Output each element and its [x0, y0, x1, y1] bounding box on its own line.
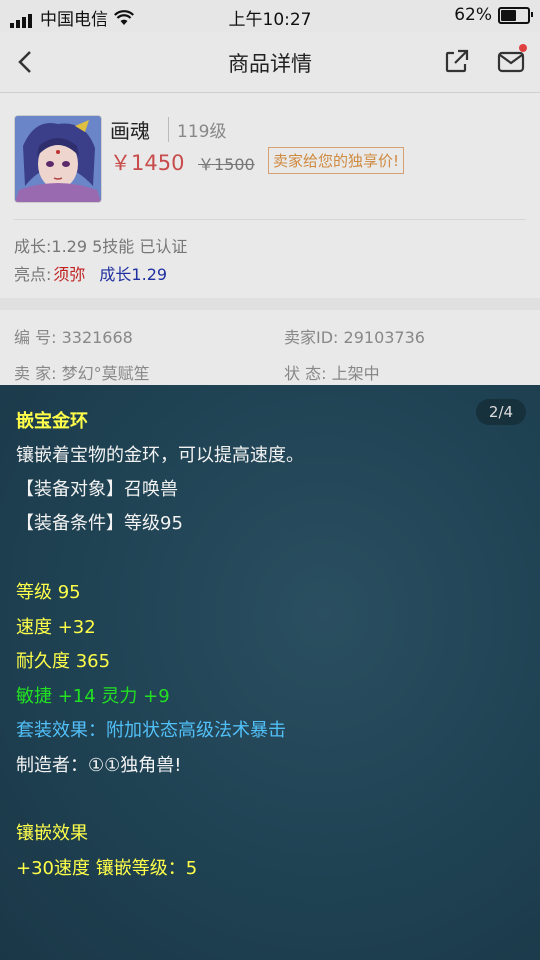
- highlights-row: 亮点: 须弥 成长1.29: [14, 261, 167, 285]
- status-right: 62%: [454, 5, 533, 25]
- notification-dot: [519, 44, 527, 52]
- equipment-description: 镶嵌着宝物的金环，可以提高速度。: [16, 445, 304, 466]
- equipment-maker: 制造者：①①独角兽!: [16, 755, 182, 776]
- equipment-bonus: 敏捷 +14 灵力 +9: [16, 686, 170, 707]
- item-id-label: 编 号:: [14, 328, 57, 347]
- seller-id-label: 卖家ID:: [284, 328, 339, 347]
- nav-bar: 商品详情: [0, 32, 540, 93]
- equipment-requirement: 【装备条件】等级95: [16, 513, 183, 534]
- equipment-set-effect: 套装效果：附加状态高级法术暴击: [16, 720, 286, 741]
- pet-name: 画魂: [110, 119, 150, 143]
- divider: [14, 219, 526, 220]
- original-price: ￥1500: [198, 155, 255, 174]
- state-label: 状 态:: [284, 364, 327, 383]
- seller-id: 卖家ID: 29103736: [284, 324, 425, 348]
- item-id: 编 号: 3321668: [14, 324, 133, 348]
- pet-level: 119级: [168, 117, 226, 142]
- seller-id-value: 29103736: [343, 328, 425, 347]
- message-icon[interactable]: [497, 48, 525, 74]
- battery-icon: [498, 6, 533, 24]
- pet-portrait-icon: [15, 116, 101, 202]
- pet-attributes: 成长:1.29 5技能 已认证: [14, 237, 188, 256]
- equipment-durability: 耐久度 365: [16, 651, 111, 672]
- product-content: 画魂 119级 ￥1450 ￥1500 卖家给您的独享价! 成长:1.29 5技…: [0, 93, 540, 397]
- highlight-label: 亮点:: [14, 265, 52, 284]
- seller: 卖 家: 梦幻°莫赋笙: [14, 360, 150, 384]
- seller-label: 卖 家:: [14, 364, 57, 383]
- equipment-target: 【装备对象】召唤兽: [16, 479, 178, 500]
- page-indicator: 2/4: [476, 399, 526, 425]
- trade-info: 编 号: 3321668 卖家ID: 29103736 卖 家: 梦幻°莫赋笙 …: [0, 298, 540, 397]
- inlay-title: 镶嵌效果: [16, 823, 88, 844]
- highlight-tag-1: 须弥: [53, 265, 86, 284]
- highlight-tag-2: 成长1.29: [99, 265, 168, 284]
- current-price: ￥1450: [110, 151, 185, 175]
- pet-avatar[interactable]: [14, 115, 102, 203]
- equipment-name: 嵌宝金环: [16, 411, 88, 432]
- product-card[interactable]: 画魂 119级 ￥1450 ￥1500 卖家给您的独享价! 成长:1.29 5技…: [0, 93, 540, 298]
- share-icon[interactable]: [444, 48, 470, 74]
- equipment-speed: 速度 +32: [16, 617, 96, 638]
- exclusive-price-tag: 卖家给您的独享价!: [268, 147, 405, 174]
- item-id-value: 3321668: [61, 328, 133, 347]
- inlay-effect: +30速度 镶嵌等级：5: [16, 858, 198, 879]
- equipment-level: 等级 95: [16, 582, 81, 603]
- seller-value: 梦幻°莫赋笙: [61, 364, 150, 383]
- state-value: 上架中: [331, 364, 380, 383]
- status-bar: 中国电信 上午10:27 62%: [0, 0, 540, 32]
- battery-percent: 62%: [454, 5, 492, 25]
- equipment-detail-panel[interactable]: 2/4 嵌宝金环 镶嵌着宝物的金环，可以提高速度。 【装备对象】召唤兽 【装备条…: [0, 385, 540, 960]
- listing-state: 状 态: 上架中: [284, 360, 380, 384]
